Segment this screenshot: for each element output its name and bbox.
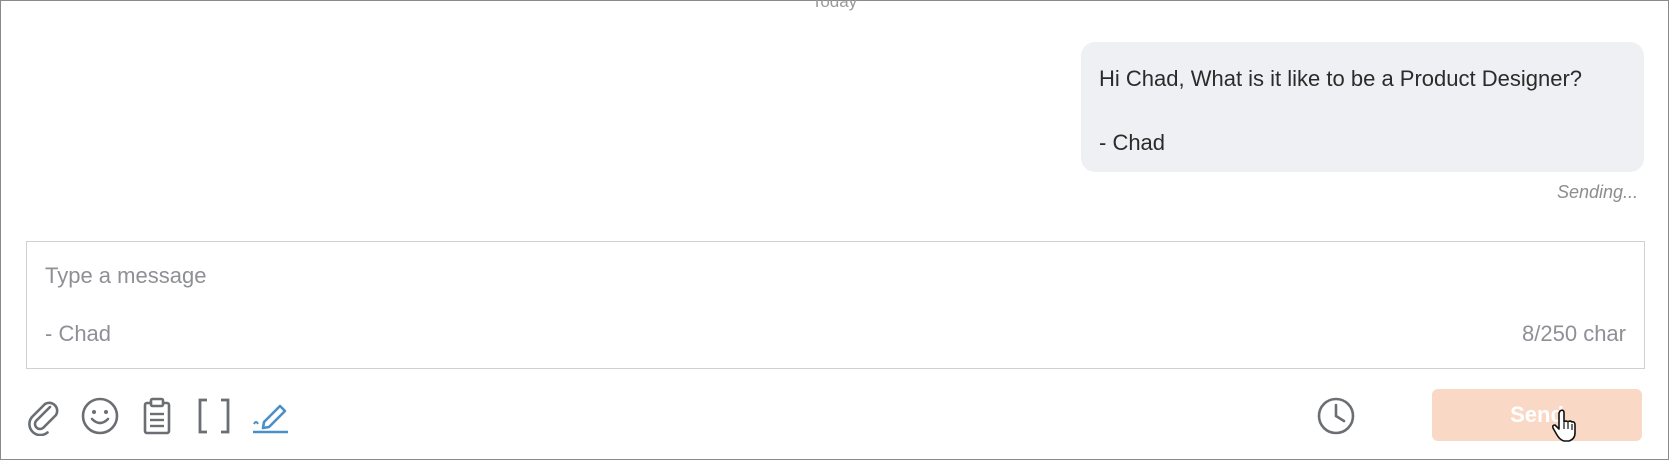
clock-icon[interactable] (1314, 394, 1358, 438)
message-line-gap (1099, 95, 1626, 127)
paperclip-icon[interactable] (21, 394, 65, 438)
message-composer[interactable]: Type a message - Chad 8/250 char (26, 241, 1645, 369)
message-status: Sending... (1556, 182, 1638, 202)
message-input-placeholder[interactable]: Type a message (45, 263, 206, 289)
message-text-line: Hi Chad, What is it like to be a Product… (1099, 66, 1583, 91)
outgoing-message-bubble: Hi Chad, What is it like to be a Product… (1081, 42, 1644, 172)
brackets-icon[interactable] (192, 394, 236, 438)
send-button[interactable]: Send (1432, 389, 1642, 441)
composer-signature: - Chad (45, 321, 112, 346)
day-divider: Today (811, 0, 858, 11)
message-signature-line: - Chad (1099, 130, 1166, 155)
pen-signature-icon[interactable] (249, 394, 293, 438)
chat-panel: Today Hi Chad, What is it like to be a P… (0, 0, 1669, 460)
emoji-icon[interactable] (78, 394, 122, 438)
clipboard-icon[interactable] (135, 394, 179, 438)
char-counter: 8/250 char (1522, 321, 1626, 346)
